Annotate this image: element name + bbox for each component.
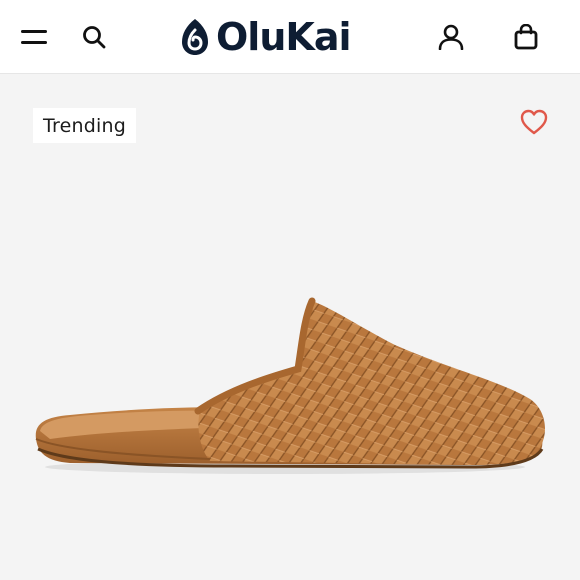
- brand-logo[interactable]: OluKai: [180, 14, 351, 60]
- search-button[interactable]: [76, 19, 112, 55]
- hamburger-menu-icon: [21, 30, 47, 44]
- brand-name: OluKai: [216, 15, 351, 59]
- heart-outline-icon: [520, 109, 548, 135]
- top-nav-bar: OluKai: [0, 0, 580, 74]
- shopping-bag-icon: [514, 24, 538, 50]
- trending-badge: Trending: [33, 108, 136, 143]
- badge-label: Trending: [43, 114, 126, 137]
- product-card[interactable]: Trending: [0, 74, 580, 580]
- menu-button[interactable]: [16, 19, 52, 55]
- search-icon: [83, 26, 106, 49]
- olukai-logo-icon: [182, 19, 208, 55]
- cart-button[interactable]: [508, 19, 544, 55]
- account-icon: [438, 24, 464, 50]
- product-image-slipper[interactable]: [30, 289, 550, 489]
- favorite-button[interactable]: [518, 106, 550, 138]
- account-button[interactable]: [433, 19, 469, 55]
